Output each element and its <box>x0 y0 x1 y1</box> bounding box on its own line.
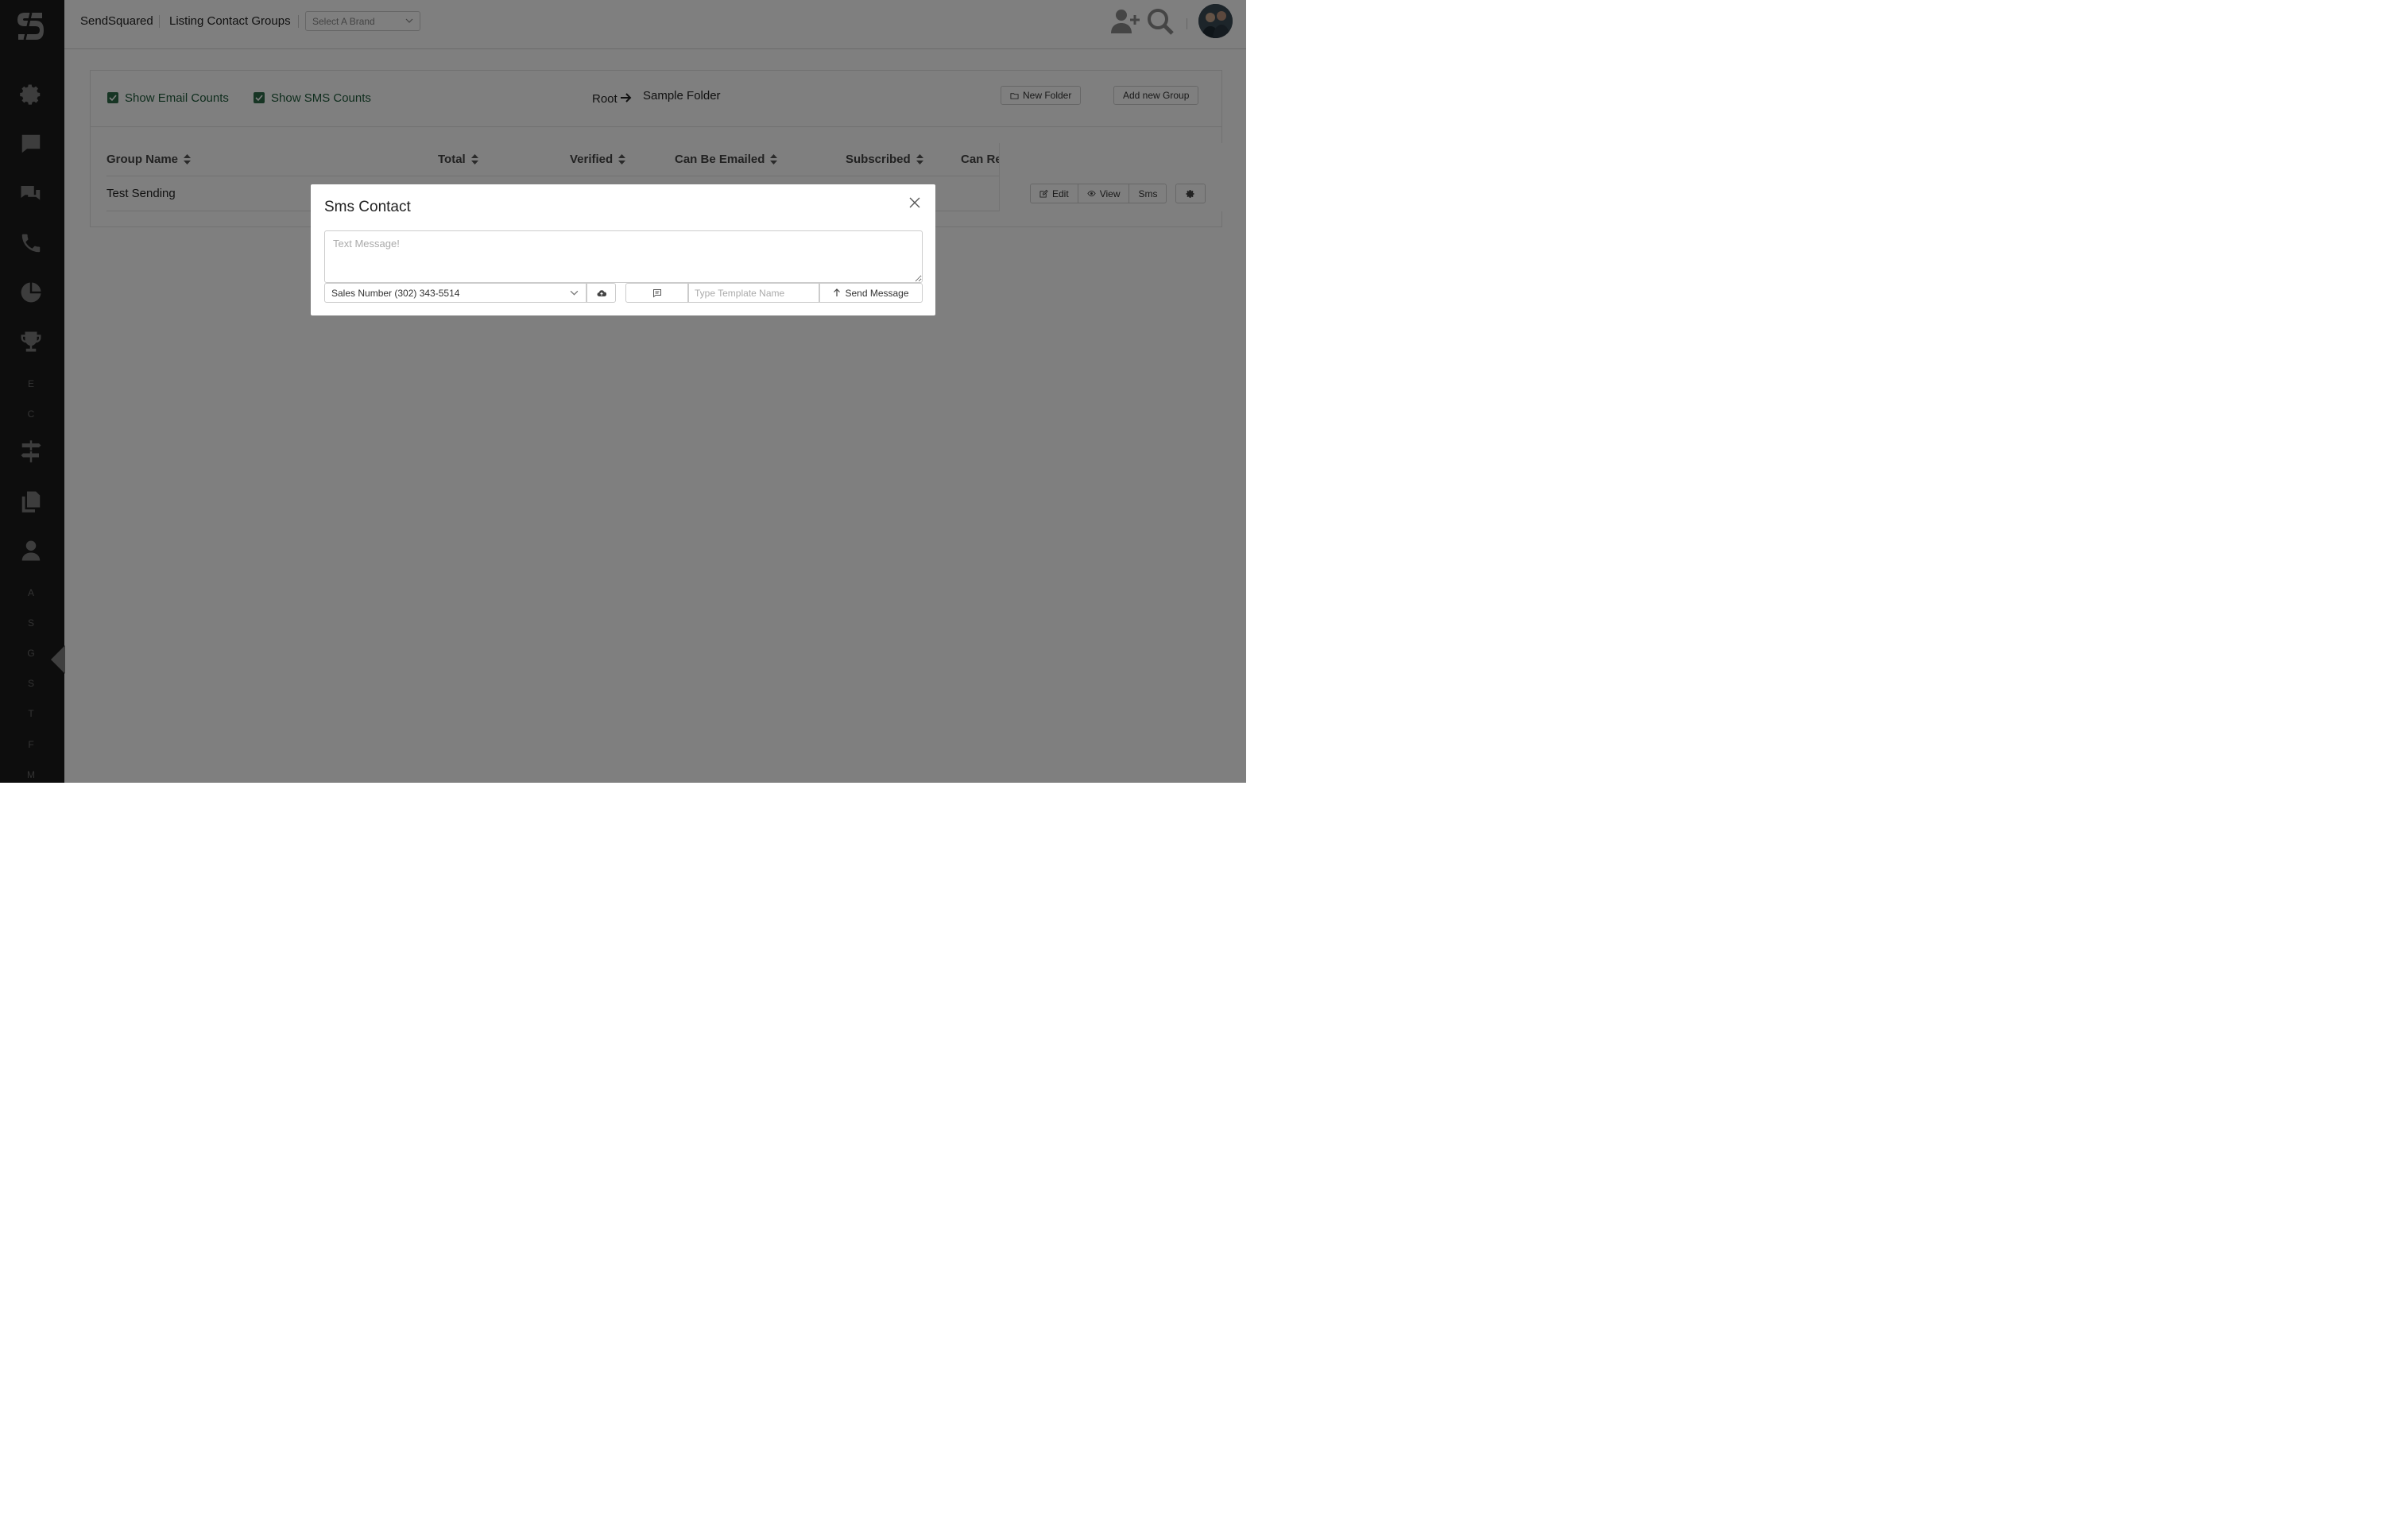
message-template-icon <box>652 288 661 298</box>
send-message-button[interactable]: Send Message <box>819 283 923 303</box>
modal-backdrop[interactable] <box>0 0 1246 783</box>
upload-button[interactable] <box>587 283 616 303</box>
from-number-value: Sales Number (302) 343-5514 <box>331 288 460 299</box>
text-message-input[interactable] <box>324 230 923 283</box>
cloud-upload-icon <box>597 289 606 296</box>
modal-title: Sms Contact <box>324 199 411 215</box>
sms-contact-modal: Sms Contact Sales Number (302) 343-5514 … <box>311 184 935 315</box>
arrow-up-icon <box>834 288 841 296</box>
chevron-down-icon <box>570 290 579 296</box>
template-name-input[interactable] <box>688 283 819 303</box>
close-icon[interactable] <box>908 196 921 209</box>
template-button[interactable] <box>625 283 688 303</box>
send-message-label: Send Message <box>845 287 909 299</box>
from-number-select[interactable]: Sales Number (302) 343-5514 <box>324 283 587 303</box>
